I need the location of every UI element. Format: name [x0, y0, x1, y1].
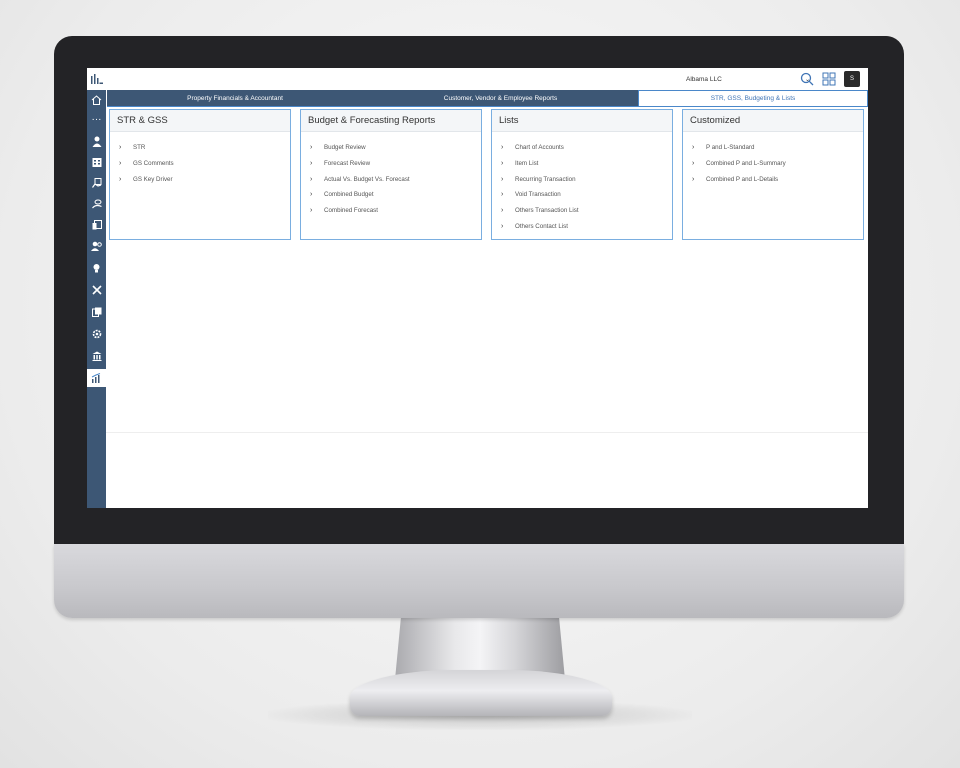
chevron-right-icon: ›	[310, 175, 313, 183]
report-link-label: Budget Review	[324, 144, 366, 152]
tab-bar: Property Financials & Accountant Custome…	[107, 90, 868, 107]
card-lists: Lists › Chart of Accounts › Item List › Rec…	[491, 109, 673, 240]
chevron-right-icon: ›	[310, 191, 313, 199]
card-title: Lists	[492, 110, 672, 132]
sidebar: ···	[87, 68, 106, 508]
bank-icon[interactable]	[87, 347, 106, 365]
report-link-label: GS Comments	[133, 160, 174, 168]
home-icon[interactable]	[87, 91, 106, 109]
report-link-label: GS Key Driver	[133, 175, 173, 183]
chart-icon[interactable]	[87, 369, 106, 387]
report-link[interactable]: › GS Comments	[119, 156, 290, 172]
chevron-right-icon: ›	[119, 160, 122, 168]
chevron-right-icon: ›	[310, 144, 313, 152]
report-link-label: STR	[133, 144, 146, 152]
settings-icon[interactable]	[87, 325, 106, 343]
chevron-right-icon: ›	[692, 175, 695, 183]
report-link[interactable]: › Chart of Accounts	[501, 140, 672, 156]
card-title: Budget & Forecasting Reports	[301, 110, 481, 132]
report-icon[interactable]	[87, 216, 106, 234]
tools-icon[interactable]	[87, 281, 106, 299]
report-link-label: P and L-Standard	[706, 144, 755, 152]
report-link-label: Combined P and L-Details	[706, 175, 779, 183]
chevron-right-icon: ›	[501, 160, 504, 168]
report-link-label: Actual Vs. Budget Vs. Forecast	[324, 175, 410, 183]
monitor-stand-base	[350, 670, 612, 716]
hand-money-icon[interactable]	[87, 174, 106, 192]
report-link-label: Combined Budget	[324, 191, 374, 199]
report-link-label: Combined Forecast	[324, 207, 378, 215]
chevron-right-icon: ›	[310, 207, 313, 215]
tab-property-financials[interactable]: Property Financials & Accountant	[107, 90, 363, 106]
report-link-label: Chart of Accounts	[515, 144, 564, 152]
report-link[interactable]: › Others Transaction List	[501, 203, 672, 219]
person-icon[interactable]	[87, 132, 106, 150]
lightbulb-icon[interactable]	[87, 259, 106, 277]
report-link[interactable]: › GS Key Driver	[119, 171, 290, 187]
report-link-label: Void Transaction	[515, 191, 561, 199]
report-link-label: Others Contact List	[515, 222, 568, 230]
user-gear-icon[interactable]	[87, 237, 106, 255]
report-link[interactable]: › Item List	[501, 156, 672, 172]
logo-icon[interactable]	[87, 68, 106, 90]
tab-str-gss-budgeting[interactable]: STR, GSS, Budgeting & Lists	[638, 90, 868, 106]
card-title: STR & GSS	[110, 110, 290, 132]
report-link[interactable]: › Combined P and L-Summary	[692, 156, 863, 172]
card-customized: Customized › P and L-Standard › Combined P…	[682, 109, 864, 240]
grid-icon[interactable]	[822, 72, 836, 86]
report-link[interactable]: › Combined Budget	[310, 187, 481, 203]
report-link[interactable]: › P and L-Standard	[692, 140, 863, 156]
chevron-right-icon: ›	[501, 207, 504, 215]
app-screen: ··· Albama LLC ⌄ S Property Financials &…	[87, 68, 868, 508]
report-link[interactable]: › Forecast Review	[310, 156, 481, 172]
divider	[106, 432, 868, 433]
monitor-chin	[54, 544, 904, 618]
chevron-right-icon: ›	[501, 144, 504, 152]
card-budget-forecasting: Budget & Forecasting Reports › Budget Rev…	[300, 109, 482, 240]
chevron-right-icon: ›	[119, 144, 122, 152]
search-icon[interactable]	[800, 72, 814, 86]
card-str-gss: STR & GSS › STR › GS Comments › GS Key Driv…	[109, 109, 291, 240]
documents-icon[interactable]	[87, 303, 106, 321]
report-link-label: Forecast Review	[324, 160, 371, 168]
chevron-right-icon: ›	[501, 175, 504, 183]
report-link[interactable]: › STR	[119, 140, 290, 156]
report-link[interactable]: › Void Transaction	[501, 187, 672, 203]
company-name: Albama LLC	[686, 75, 722, 83]
report-link-label: Item List	[515, 160, 539, 168]
report-link[interactable]: › Recurring Transaction	[501, 171, 672, 187]
avatar[interactable]: S	[844, 71, 860, 87]
company-selector[interactable]: Albama LLC ⌄	[686, 73, 816, 85]
chevron-right-icon: ›	[692, 160, 695, 168]
report-link[interactable]: › Combined Forecast	[310, 203, 481, 219]
more-icon[interactable]: ···	[87, 111, 106, 129]
chevron-right-icon: ›	[501, 191, 504, 199]
report-link[interactable]: › Budget Review	[310, 140, 481, 156]
report-link-label: Others Transaction List	[515, 207, 579, 215]
report-link-label: Recurring Transaction	[515, 175, 576, 183]
building-icon[interactable]	[87, 153, 106, 171]
report-link[interactable]: › Combined P and L-Details	[692, 171, 863, 187]
card-title: Customized	[683, 110, 863, 132]
chevron-right-icon: ›	[501, 222, 504, 230]
tab-customer-vendor-employee[interactable]: Customer, Vendor & Employee Reports	[363, 90, 638, 106]
report-link-label: Combined P and L-Summary	[706, 160, 786, 168]
report-link[interactable]: › Actual Vs. Budget Vs. Forecast	[310, 171, 481, 187]
chevron-right-icon: ›	[119, 175, 122, 183]
chevron-right-icon: ›	[310, 160, 313, 168]
coins-hand-icon[interactable]	[87, 195, 106, 213]
report-link[interactable]: › Others Contact List	[501, 218, 672, 234]
top-bar: Albama LLC ⌄ S	[106, 68, 868, 90]
chevron-right-icon: ›	[692, 144, 695, 152]
